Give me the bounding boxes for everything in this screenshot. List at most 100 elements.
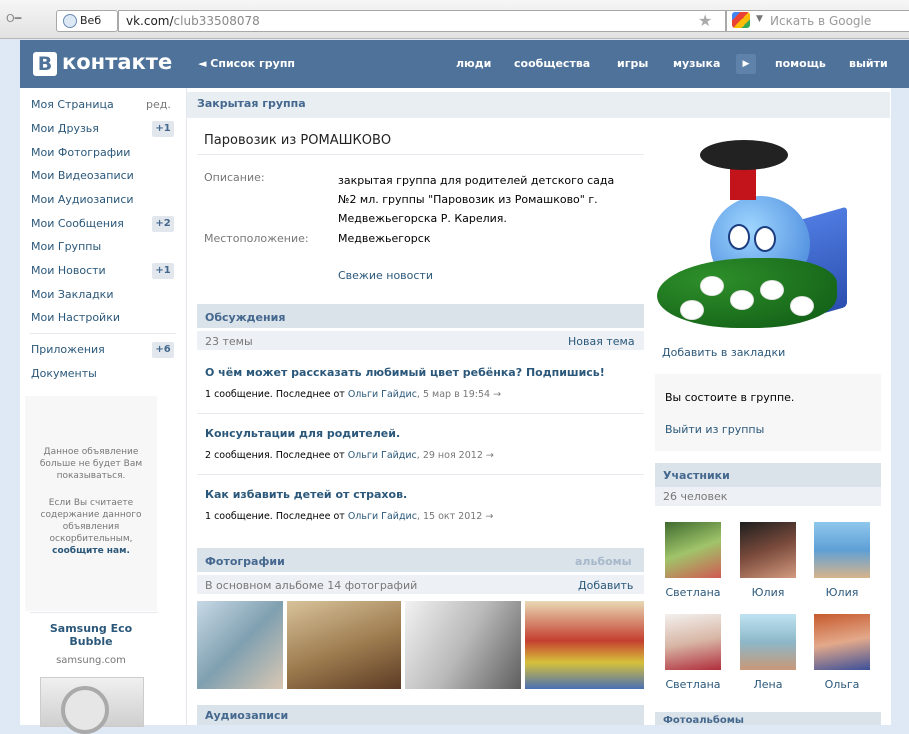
search-placeholder: Искать в Google [770,14,872,28]
news-badge[interactable]: +1 [152,263,174,279]
nav-help[interactable]: помощь [775,57,826,70]
ad-domain[interactable]: samsung.com [30,655,152,666]
sidebar-item-my-page[interactable]: Моя Страница [31,98,114,111]
photo-thumbnail[interactable] [525,601,644,689]
nav-communities[interactable]: сообщества [514,57,590,70]
ad-divider [30,612,158,613]
nav-games[interactable]: игры [617,57,648,70]
nav-music[interactable]: музыка [673,57,720,70]
description-line: закрытая группа для родителей детского с… [338,174,615,187]
ad-report-label: Если Вы считаете содержание данного объя… [40,498,142,544]
ad-title[interactable]: Samsung Eco Bubble [30,622,152,648]
sidebar-item-apps[interactable]: Приложения [31,343,105,356]
topic-meta: 1 сообщение. Последнее от Ольги Гайдис, … [205,389,501,400]
flower-shape [700,276,724,296]
bookmark-star-icon[interactable]: ★ [698,11,712,30]
sidebar-item-videos[interactable]: Мои Видеозаписи [31,169,134,182]
arrow-right-icon[interactable]: → [493,389,501,400]
photo-thumbnail[interactable] [197,601,283,689]
leave-group-link[interactable]: Выйти из группы [665,423,764,436]
topic-count: 1 сообщение. [205,511,273,522]
train-eye-shape [754,226,776,252]
arrow-right-icon[interactable]: → [485,511,493,522]
discussions-title[interactable]: Обсуждения [205,311,285,324]
back-to-groups-link[interactable]: ◄ Список групп [198,57,295,70]
fresh-news-link[interactable]: Свежие новости [338,269,433,282]
sidebar-divider [30,333,176,334]
sidebar-item-documents[interactable]: Документы [31,367,97,380]
photo-thumbnail[interactable] [287,601,401,689]
topic-title[interactable]: Как избавить детей от страхов. [205,488,407,501]
members-title[interactable]: Участники [663,469,730,482]
nav-people[interactable]: люди [456,57,491,70]
topics-count: 23 темы [205,335,253,348]
topic-divider [197,413,644,414]
member-name[interactable]: Юлия [736,586,800,599]
albums-link[interactable]: альбомы [575,555,632,568]
member-avatar[interactable] [740,522,796,578]
url-domain: vk.com/ [126,14,174,28]
sidebar-item-bookmarks[interactable]: Мои Закладки [31,288,113,301]
member-avatar[interactable] [740,614,796,670]
key-icon: O━ [6,12,22,25]
membership-status: Вы состоите в группе. [665,391,795,404]
sidebar-item-news[interactable]: Мои Новости [31,264,106,277]
sidebar-item-friends[interactable]: Мои Друзья [31,122,99,135]
train-eye-shape [728,224,750,250]
topic-author-link[interactable]: Ольги Гайдис [348,511,417,522]
site-type-label: Веб [80,14,102,27]
topic-last-prefix: Последнее от [275,389,345,400]
sidebar-item-groups[interactable]: Мои Группы [31,240,101,253]
topic-author-link[interactable]: Ольги Гайдис [348,389,417,400]
member-name[interactable]: Светлана [661,586,725,599]
topic-title[interactable]: О чём может рассказать любимый цвет ребё… [205,366,605,379]
member-name[interactable]: Юлия [810,586,874,599]
topic-date: , 5 мар в 19:54 [416,389,491,400]
member-avatar[interactable] [665,522,721,578]
friends-badge[interactable]: +1 [152,121,174,137]
audio-title[interactable]: Аудиозаписи [205,709,288,722]
sidebar-item-audio[interactable]: Мои Аудиозаписи [31,193,134,206]
sidebar-item-settings[interactable]: Мои Настройки [31,311,120,324]
messages-badge[interactable]: +2 [152,216,174,232]
google-icon[interactable] [732,12,750,28]
add-bookmark-link[interactable]: Добавить в закладки [662,346,785,359]
play-icon[interactable]: ▶ [736,54,756,74]
topic-divider [197,474,644,475]
topic-last-prefix: Последнее от [275,511,345,522]
topic-author-link[interactable]: Ольги Гайдис [348,450,417,461]
photos-title[interactable]: Фотографии [205,555,285,568]
topic-meta: 1 сообщение. Последнее от Ольги Гайдис, … [205,511,493,522]
group-title: Паровозик из РОМАШКОВО [204,133,392,148]
new-topic-link[interactable]: Новая тема [568,335,635,348]
apps-badge[interactable]: +6 [152,342,174,358]
url-text[interactable]: vk.com/club33508078 [126,14,260,28]
sidebar-item-messages[interactable]: Мои Сообщения [31,217,124,230]
chevron-down-icon[interactable]: ▼ [756,14,763,24]
albums-title[interactable]: Фотоальбомы [663,715,744,725]
location-value: Медвежьегорск [338,232,431,245]
nav-logout[interactable]: выйти [849,57,888,70]
member-name[interactable]: Ольга [810,678,874,691]
arrow-right-icon[interactable]: → [486,450,494,461]
member-avatar[interactable] [665,614,721,670]
add-photo-link[interactable]: Добавить [578,579,633,592]
title-divider [197,154,644,155]
ad-image[interactable] [40,677,144,734]
ad-report-link[interactable]: сообщите нам. [52,546,130,556]
member-name[interactable]: Светлана [661,678,725,691]
member-avatar[interactable] [814,522,870,578]
edit-link[interactable]: ред. [146,98,171,111]
sidebar-item-photos[interactable]: Мои Фотографии [31,146,130,159]
topic-title[interactable]: Консультации для родителей. [205,427,400,440]
logo-text[interactable]: контакте [62,50,172,74]
photo-thumbnail[interactable] [405,601,521,689]
train-hat-shape [700,140,788,170]
description-label: Описание: [204,171,265,184]
washing-machine-icon [61,686,109,734]
member-name[interactable]: Лена [736,678,800,691]
member-avatar[interactable] [814,614,870,670]
vk-logo[interactable]: В [33,52,57,76]
topic-last-prefix: Последнее от [275,450,345,461]
topic-date: , 15 окт 2012 [416,511,483,522]
